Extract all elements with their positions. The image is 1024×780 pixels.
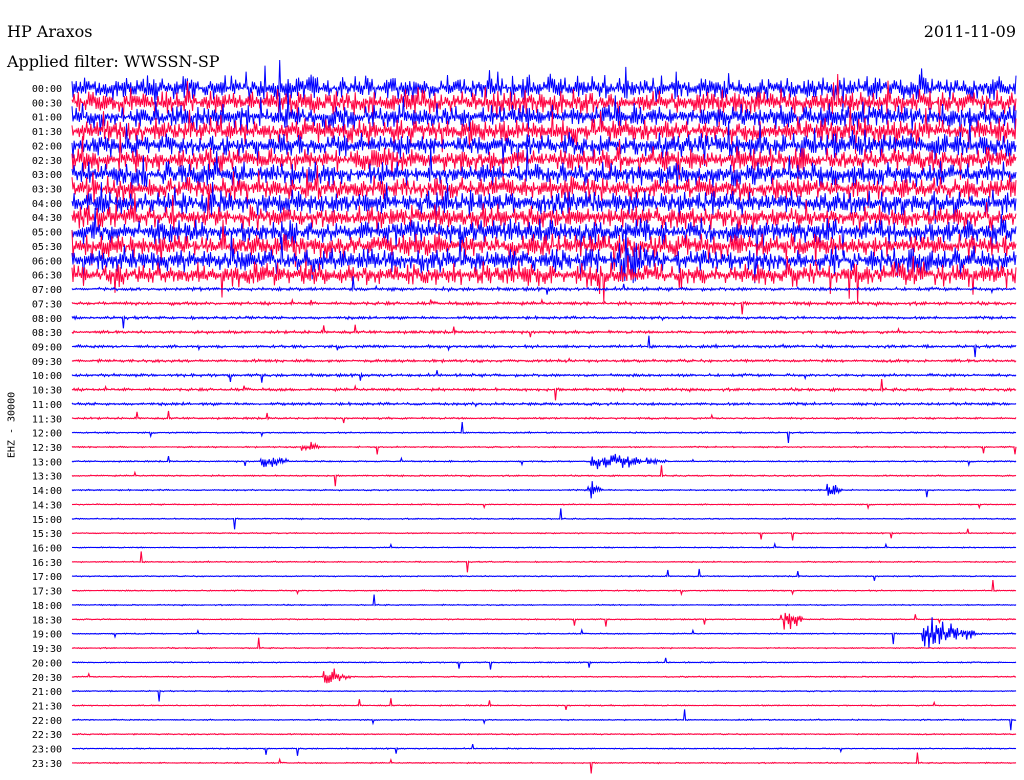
trace-row-1530 bbox=[71, 528, 1017, 541]
row-time-label: 14:00 bbox=[32, 486, 62, 497]
row-time-label: 13:30 bbox=[32, 472, 62, 483]
row-time-label: 01:30 bbox=[32, 127, 62, 138]
trace-row-2230 bbox=[71, 732, 1017, 736]
row-time-label: 16:00 bbox=[32, 544, 62, 555]
row-time-label: 16:30 bbox=[32, 558, 62, 569]
row-time-label: 01:00 bbox=[32, 113, 62, 124]
trace-row-2200 bbox=[71, 709, 1017, 731]
trace-row-1400 bbox=[71, 481, 1017, 499]
trace-row-2030 bbox=[71, 668, 1017, 684]
trace-row-2000 bbox=[71, 657, 1017, 670]
row-time-label: 00:00 bbox=[32, 84, 62, 95]
row-time-label: 04:30 bbox=[32, 213, 62, 224]
trace-row-1930 bbox=[71, 637, 1017, 650]
row-time-label: 22:30 bbox=[32, 730, 62, 741]
trace-row-1030 bbox=[71, 378, 1017, 401]
row-time-label: 12:30 bbox=[32, 443, 62, 454]
row-time-label: 15:00 bbox=[32, 515, 62, 526]
row-time-label: 14:30 bbox=[32, 500, 62, 511]
row-time-label: 23:30 bbox=[32, 759, 62, 770]
row-time-label: 08:00 bbox=[32, 314, 62, 325]
row-time-label: 09:30 bbox=[32, 357, 62, 368]
row-time-label: 15:30 bbox=[32, 529, 62, 540]
row-time-label: 07:00 bbox=[32, 285, 62, 296]
trace-row-1730 bbox=[71, 580, 1017, 597]
seismogram-plot: 00:00 00:30 01:00 01:30 02:00 02:30 03:00 03:30… bbox=[32, 59, 1017, 774]
trace-row-2300 bbox=[71, 743, 1017, 756]
trace-row-2330 bbox=[71, 752, 1017, 774]
row-time-label: 23:00 bbox=[32, 745, 62, 756]
trace-row-0930 bbox=[71, 357, 1017, 364]
trace-row-1300 bbox=[71, 453, 1017, 470]
trace-row-2130 bbox=[71, 698, 1017, 711]
row-time-label: 12:00 bbox=[32, 429, 62, 440]
trace-row-1100 bbox=[71, 401, 1017, 408]
row-time-label: 06:30 bbox=[32, 271, 62, 282]
trace-row-1600 bbox=[71, 542, 1017, 549]
row-time-label: 00:30 bbox=[32, 98, 62, 109]
trace-row-0730 bbox=[71, 297, 1017, 315]
row-time-label: 18:30 bbox=[32, 615, 62, 626]
trace-row-1800 bbox=[71, 594, 1017, 607]
row-time-label: 21:30 bbox=[32, 701, 62, 712]
row-time-label: 11:00 bbox=[32, 400, 62, 411]
trace-row-1330 bbox=[71, 465, 1017, 487]
trace-row-1830 bbox=[71, 612, 1017, 630]
row-time-label: 08:30 bbox=[32, 328, 62, 339]
channel-axis-label: EHZ - 30000 bbox=[6, 391, 18, 459]
trace-row-1430 bbox=[71, 503, 1017, 511]
trace-row-0830 bbox=[71, 324, 1017, 338]
row-time-label: 10:00 bbox=[32, 371, 62, 382]
trace-row-1000 bbox=[71, 370, 1017, 383]
row-time-label: 17:30 bbox=[32, 587, 62, 598]
row-time-label: 13:00 bbox=[32, 457, 62, 468]
row-time-label: 18:00 bbox=[32, 601, 62, 612]
row-time-label: 02:30 bbox=[32, 156, 62, 167]
trace-row-1700 bbox=[71, 568, 1017, 581]
row-time-label: 02:00 bbox=[32, 141, 62, 152]
trace-row-0800 bbox=[71, 314, 1017, 329]
row-time-label: 10:30 bbox=[32, 386, 62, 397]
row-time-label: 05:30 bbox=[32, 242, 62, 253]
trace-row-1900 bbox=[71, 617, 1017, 648]
row-time-label: 20:30 bbox=[32, 673, 62, 684]
trace-row-1500 bbox=[71, 508, 1017, 530]
trace-row-2100 bbox=[71, 689, 1017, 702]
row-time-label: 03:00 bbox=[32, 170, 62, 181]
row-time-label: 20:00 bbox=[32, 658, 62, 669]
trace-row-1230 bbox=[71, 441, 1017, 455]
row-time-label: 05:00 bbox=[32, 228, 62, 239]
trace-row-1130 bbox=[71, 410, 1017, 424]
row-time-label: 03:30 bbox=[32, 185, 62, 196]
row-time-label: 07:30 bbox=[32, 299, 62, 310]
row-time-label: 04:00 bbox=[32, 199, 62, 210]
trace-row-1200 bbox=[71, 422, 1017, 444]
row-time-label: 06:00 bbox=[32, 256, 62, 267]
row-time-label: 22:00 bbox=[32, 716, 62, 727]
row-time-label: 11:30 bbox=[32, 414, 62, 425]
row-time-label: 19:00 bbox=[32, 630, 62, 641]
trace-row-0700 bbox=[71, 276, 1017, 295]
row-time-label: 17:00 bbox=[32, 572, 62, 583]
row-time-label: 09:00 bbox=[32, 342, 62, 353]
trace-row-1630 bbox=[71, 551, 1017, 573]
row-time-label: 21:00 bbox=[32, 687, 62, 698]
row-time-label: 19:30 bbox=[32, 644, 62, 655]
trace-row-0900 bbox=[71, 335, 1017, 358]
